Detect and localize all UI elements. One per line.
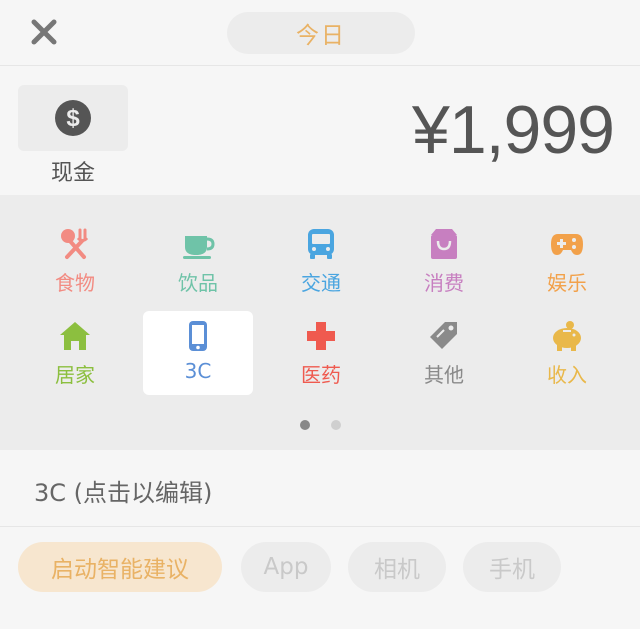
home-icon (58, 319, 92, 353)
category-label: 消费 (424, 271, 464, 295)
tag-label: 手机 (489, 557, 535, 583)
category-label: 其他 (424, 363, 464, 387)
smart-suggestion-label: 启动智能建议 (51, 557, 189, 583)
bus-icon (304, 227, 338, 261)
note-row[interactable]: 3C (点击以编辑) (0, 451, 640, 527)
category-shopping[interactable]: 消费 (389, 219, 499, 303)
amount-display[interactable]: ¥1,999 (412, 91, 615, 169)
phone-icon (181, 319, 215, 353)
gamepad-icon (550, 227, 584, 261)
tag-icon (427, 319, 461, 353)
amount-area: $ 现金 ¥1,999 (0, 67, 640, 195)
account-label: 现金 (50, 161, 95, 186)
category-3c[interactable]: 3C (143, 311, 253, 395)
tag-app[interactable]: App (241, 542, 331, 592)
category-label: 3C (184, 359, 212, 383)
category-label: 娱乐 (547, 271, 587, 295)
coffee-cup-icon (181, 227, 215, 261)
category-label: 居家 (55, 363, 95, 387)
page-dot-active[interactable] (300, 420, 310, 430)
top-bar: 今日 (0, 0, 640, 66)
close-icon (31, 19, 57, 45)
shopping-bag-icon (427, 227, 461, 261)
category-label: 饮品 (178, 271, 218, 295)
note-text: 3C (点击以编辑) (34, 479, 213, 507)
account-selector[interactable]: $ (18, 85, 128, 151)
page-dot[interactable] (331, 420, 341, 430)
category-drinks[interactable]: 饮品 (143, 219, 253, 303)
category-label: 医药 (301, 363, 341, 387)
tag-label: App (263, 554, 309, 580)
category-other[interactable]: 其他 (389, 311, 499, 395)
category-food[interactable]: 食物 (20, 219, 130, 303)
tag-camera[interactable]: 相机 (348, 542, 446, 592)
svg-text:$: $ (66, 105, 80, 132)
date-selector[interactable]: 今日 (227, 12, 415, 54)
suggestion-tags: 启动智能建议 App 相机 手机 (0, 528, 640, 629)
tag-phone[interactable]: 手机 (463, 542, 561, 592)
category-income[interactable]: 收入 (512, 311, 622, 395)
date-label: 今日 (296, 23, 346, 49)
fork-knife-icon (58, 227, 92, 261)
category-home[interactable]: 居家 (20, 311, 130, 395)
tag-label: 相机 (374, 557, 420, 583)
smart-suggestion-button[interactable]: 启动智能建议 (18, 542, 222, 592)
category-label: 收入 (547, 363, 587, 387)
category-label: 食物 (55, 271, 95, 295)
close-button[interactable] (26, 14, 62, 50)
page-indicator (0, 420, 640, 430)
piggy-bank-icon (550, 319, 584, 353)
category-transport[interactable]: 交通 (266, 219, 376, 303)
medical-cross-icon (304, 319, 338, 353)
category-medical[interactable]: 医药 (266, 311, 376, 395)
category-entertainment[interactable]: 娱乐 (512, 219, 622, 303)
category-label: 交通 (301, 271, 341, 295)
category-grid: 食物 饮品 交通 消费 娱乐 居家 3C 医药 其他 收入 (0, 195, 640, 450)
dollar-coin-icon: $ (55, 100, 91, 136)
